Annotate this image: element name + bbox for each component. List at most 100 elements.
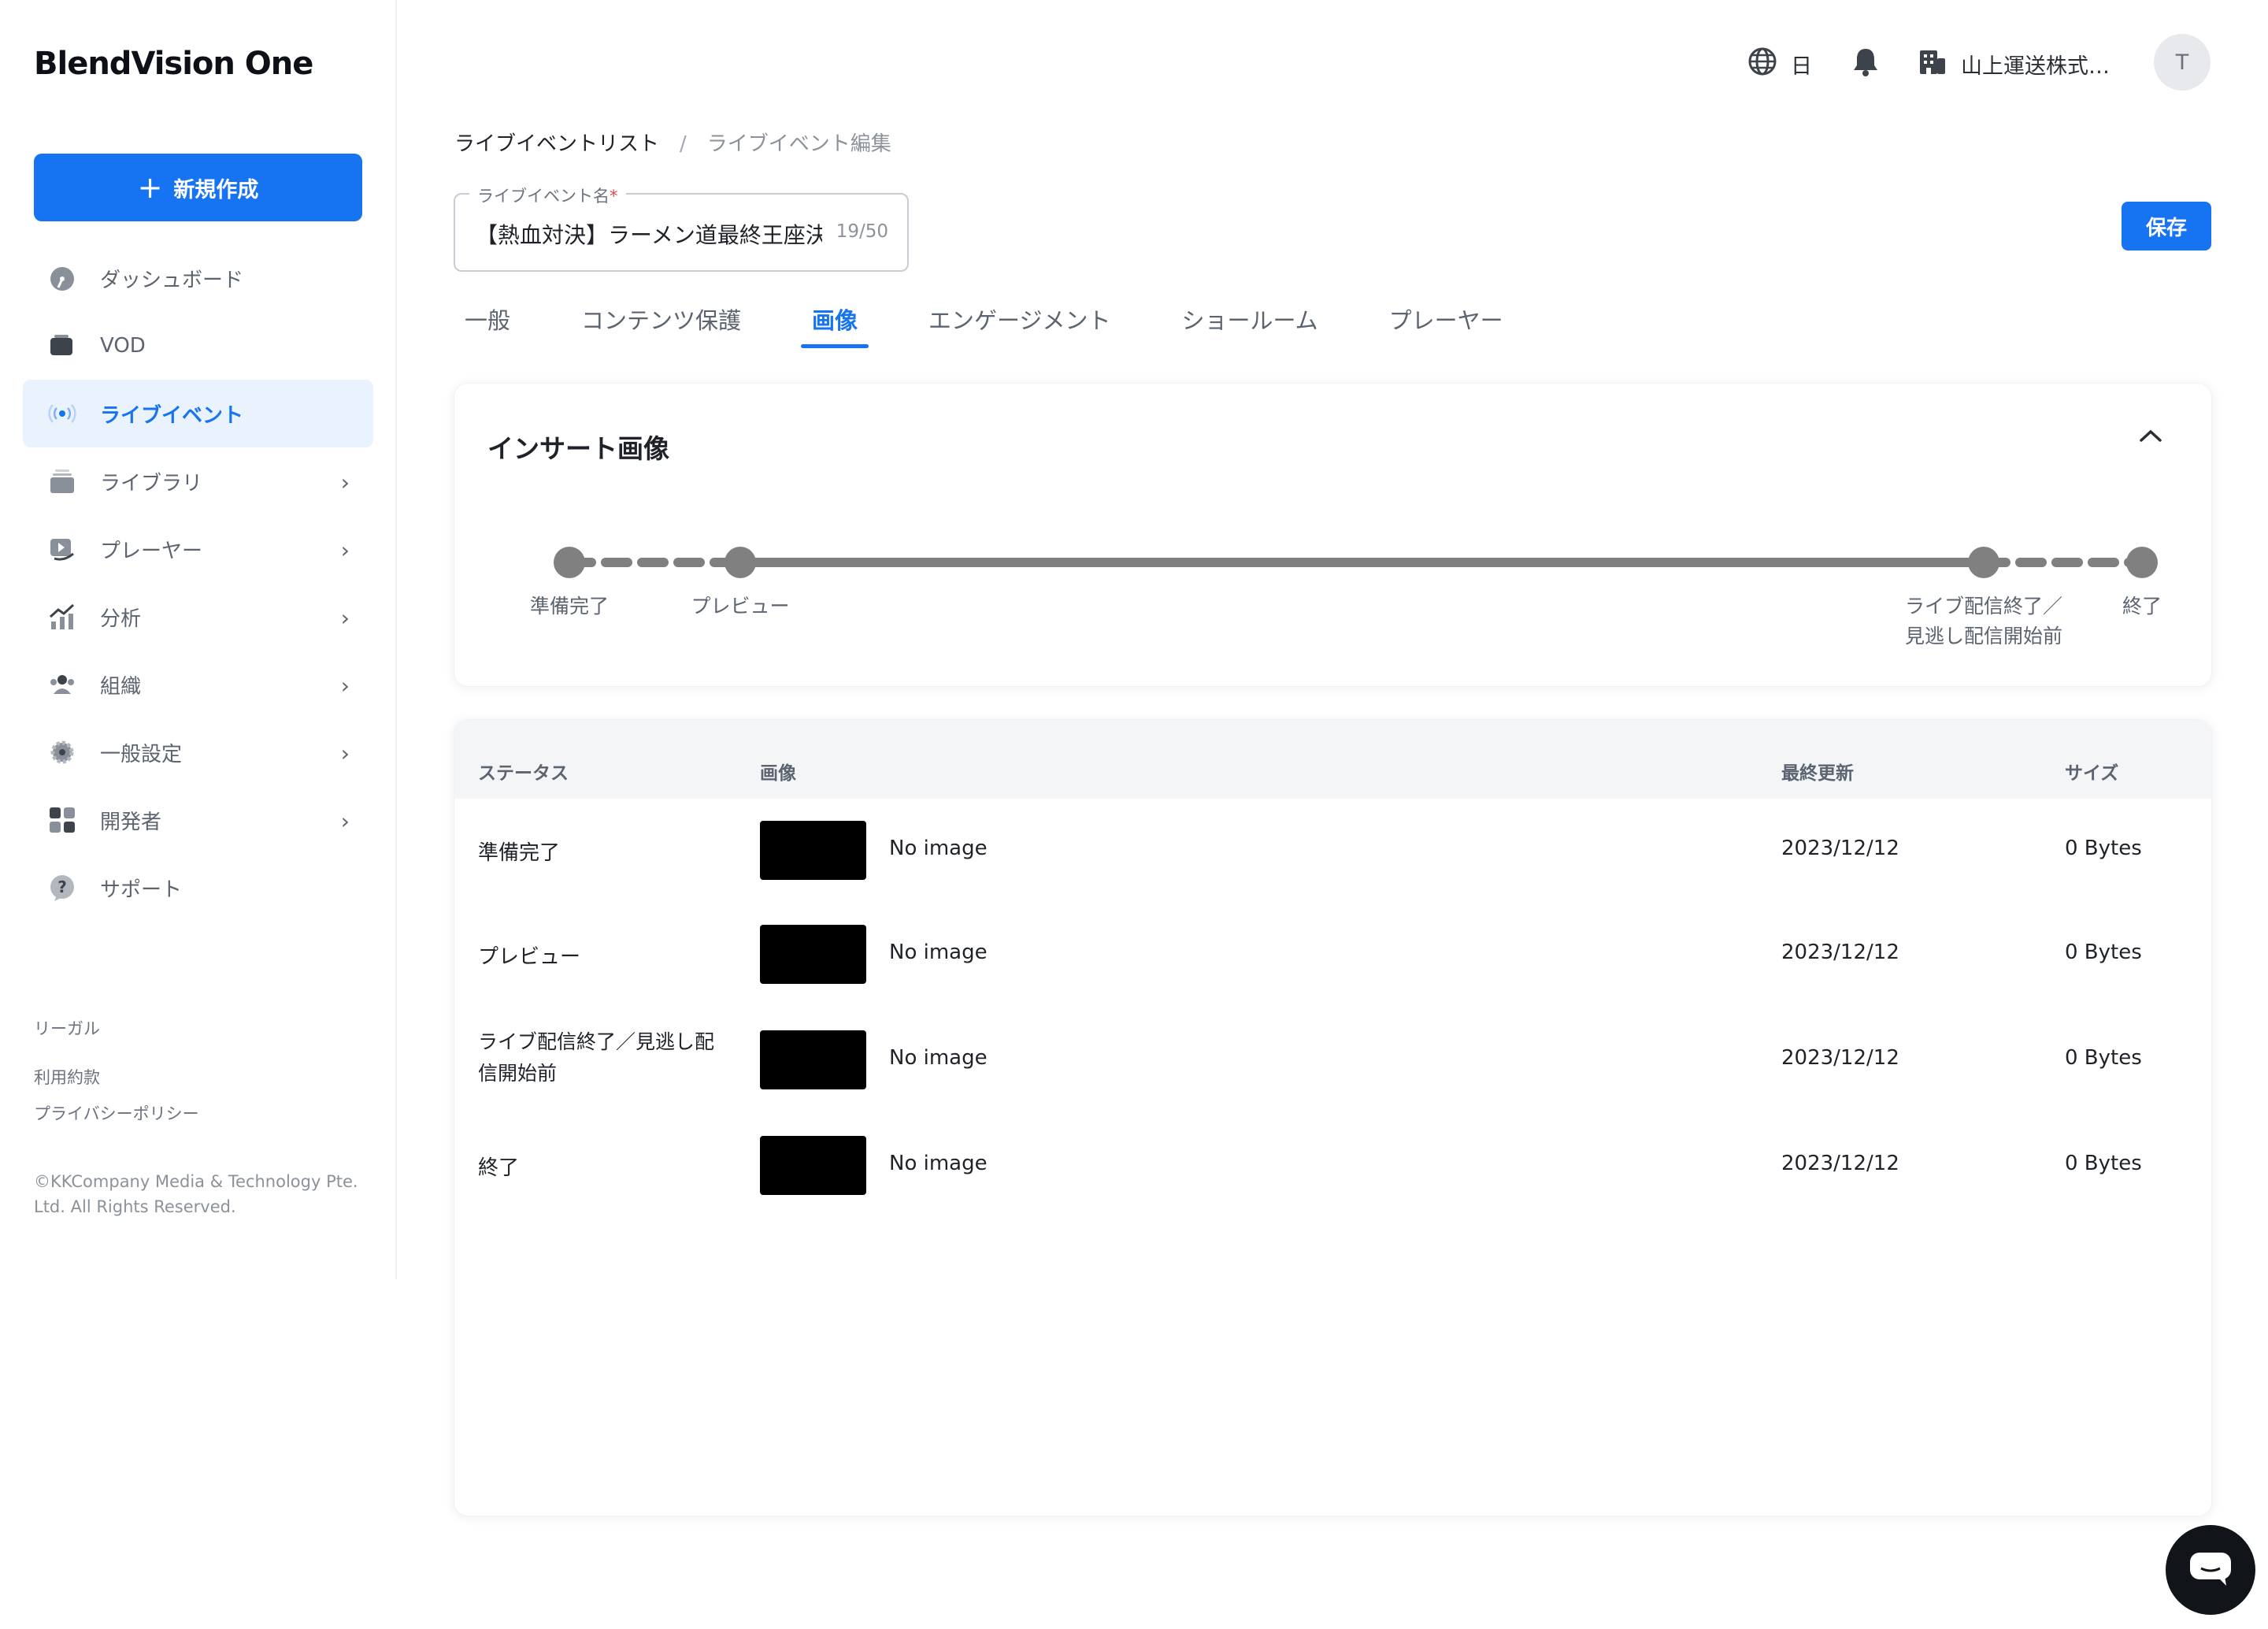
terms-link[interactable]: 利用約款 [34,1065,100,1089]
app-logo[interactable]: BlendVision One [34,46,313,82]
sidebar-item-label: 一般設定 [100,742,183,766]
character-counter: 19/50 [836,221,888,242]
globe-icon [1747,46,1778,83]
breadcrumb-parent-link[interactable]: ライブイベントリスト [454,132,659,156]
timeline-node-preview [724,547,756,578]
copyright-text: ©KKCompany Media & Technology Pte. [34,1172,358,1191]
images-table-card: ステータス 画像 最終更新 サイズ 準備完了 No image 2023/12/… [454,719,2212,1516]
row-updated: 2023/12/12 [1781,941,1899,964]
tab-images[interactable]: 画像 [801,302,869,348]
sidebar-item-label: 組織 [100,674,142,699]
table-row[interactable]: プレビュー No image 2023/12/12 0 Bytes [454,904,2211,1006]
image-thumbnail[interactable] [760,925,866,984]
chevron-right-icon: › [340,605,350,631]
chevron-right-icon: › [340,740,350,766]
table-row[interactable]: ライブ配信終了／見逃し配 信開始前 No image 2023/12/12 0 … [454,1009,2211,1111]
event-name-field[interactable]: ライブイベント名* 【熱血対決】ラーメン道最終王座決 19/50 [454,184,909,272]
create-new-label: 新規作成 [173,177,259,202]
sidebar-item-developer[interactable]: 開発者 › [23,786,373,854]
sidebar-item-label: VOD [100,334,146,358]
analytics-icon [46,601,78,633]
player-icon [46,533,78,565]
building-icon [1917,46,1948,83]
developer-grid-icon [46,804,78,836]
settings-gear-icon [46,737,78,768]
user-avatar[interactable]: T [2154,34,2211,91]
timeline-label-end: 終了 [2122,595,2162,618]
table-row[interactable]: 終了 No image 2023/12/12 0 Bytes [454,1115,2211,1217]
chevron-right-icon: › [340,808,350,834]
timeline-label-ended: ライブ配信終了／ 見逃し配信開始前 [1904,595,2062,648]
row-size: 0 Bytes [2065,941,2142,964]
timeline-label-ready: 準備完了 [529,595,609,618]
row-size: 0 Bytes [2065,1152,2142,1175]
sidebar-item-vod[interactable]: VOD [23,312,373,380]
plus-icon: + [137,170,163,205]
tab-general[interactable]: 一般 [465,302,510,348]
row-size: 0 Bytes [2065,837,2142,860]
row-status: 終了 [478,1156,520,1180]
sidebar-item-label: 開発者 [100,810,162,834]
row-image-text: No image [889,941,988,964]
tab-showroom[interactable]: ショールーム [1181,302,1317,348]
language-label: 日 [1791,54,1812,79]
bell-icon [1851,46,1881,83]
support-help-icon: ? [46,872,78,904]
create-new-button[interactable]: + 新規作成 [34,154,362,221]
event-name-value[interactable]: 【熱血対決】ラーメン道最終王座決 [476,218,822,250]
chat-bubble-icon [2187,1548,2234,1592]
sidebar-item-dashboard[interactable]: ダッシュボード [23,244,373,312]
column-header-status: ステータス [478,763,569,784]
table-row[interactable]: 準備完了 No image 2023/12/12 0 Bytes [454,799,2211,901]
chevron-right-icon: › [340,469,350,495]
event-name-label: ライブイベント名* [469,184,626,207]
table-header [454,720,2211,799]
column-header-size: サイズ [2065,763,2119,784]
tab-engagement[interactable]: エンゲージメント [928,302,1110,348]
image-thumbnail[interactable] [760,1136,866,1195]
save-button[interactable]: 保存 [2122,202,2211,250]
sidebar-item-organization[interactable]: 組織 › [23,651,373,718]
live-broadcast-icon [46,398,78,429]
image-thumbnail[interactable] [760,1030,866,1089]
sidebar-item-general-settings[interactable]: 一般設定 › [23,718,373,786]
notifications-button[interactable] [1851,46,1881,83]
image-thumbnail[interactable] [760,821,866,880]
privacy-link[interactable]: プライバシーポリシー [34,1101,199,1125]
column-header-image: 画像 [760,763,796,784]
tab-player[interactable]: プレーヤー [1389,302,1503,348]
sidebar-item-analytics[interactable]: 分析 › [23,583,373,651]
organization-switcher[interactable]: 山上運送株式… [1917,46,2110,83]
row-updated: 2023/12/12 [1781,1046,1899,1070]
copyright-text: Ltd. All Rights Reserved. [34,1197,236,1216]
sidebar-item-library[interactable]: ライブラリ › [23,447,373,515]
sidebar-item-label: ライブイベント [100,403,244,428]
organization-name: 山上運送株式… [1961,54,2110,79]
insert-images-card: インサート画像 準備完了 プレビュー ライブ配信終了／ 見逃し配信開始前 終了 [454,383,2212,687]
breadcrumb-separator: / [680,132,687,156]
tab-bar: 一般 コンテンツ保護 画像 エンゲージメント ショールーム プレーヤー [465,302,1574,348]
library-icon [46,466,78,497]
row-status: 準備完了 [478,841,561,865]
row-status: ライブ配信終了／見逃し配 信開始前 [478,1030,715,1085]
timeline-node-end [2126,547,2158,578]
chat-support-button[interactable] [2166,1525,2255,1615]
sidebar-item-live-events[interactable]: ライブイベント [23,380,373,447]
chevron-right-icon: › [340,537,350,563]
sidebar-item-label: 分析 [100,607,142,631]
row-updated: 2023/12/12 [1781,1152,1899,1175]
sidebar-item-support[interactable]: ? サポート [23,854,373,922]
tab-content-protection[interactable]: コンテンツ保護 [581,302,741,348]
sidebar: BlendVision One + 新規作成 ダッシュボード VOD ライブイベ… [0,0,397,1279]
row-size: 0 Bytes [2065,1046,2142,1070]
sidebar-item-label: ライブラリ [100,471,203,495]
language-switcher[interactable]: 日 [1747,46,1812,83]
legal-heading: リーガル [34,1019,100,1038]
breadcrumb: ライブイベントリスト / ライブイベント編集 [454,128,891,157]
organization-icon [46,669,78,700]
timeline-node-ended [1968,547,1999,578]
row-status: プレビュー [478,945,581,969]
sidebar-item-player[interactable]: プレーヤー › [23,515,373,583]
row-image-text: No image [889,1046,988,1070]
chevron-right-icon: › [340,673,350,699]
